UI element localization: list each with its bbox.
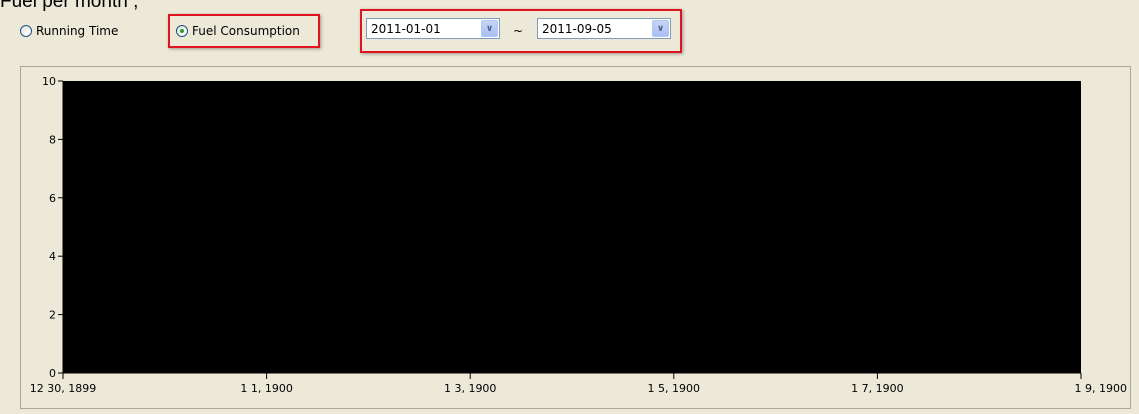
y-tick-label: 0 [49,367,56,380]
y-tick-label: 4 [49,250,56,263]
x-tick-label: 1 1, 1900 [240,382,292,395]
plot-area [63,81,1081,373]
x-tick-label: 1 7, 1900 [851,382,903,395]
x-tick-label: 12 30, 1899 [30,382,96,395]
x-tick-label: 1 9, 1900 [1075,382,1127,395]
y-tick-label: 10 [42,75,56,88]
y-tick-label: 2 [49,309,56,322]
y-tick-label: 6 [49,192,56,205]
x-tick-label: 1 5, 1900 [648,382,700,395]
y-tick-label: 8 [49,133,56,146]
x-tick-label: 1 3, 1900 [444,382,496,395]
fuel-chart: 0 2 4 6 8 10 12 30, 1899 1 1, 1900 1 3, 1900 1 5,… [30,75,1127,395]
